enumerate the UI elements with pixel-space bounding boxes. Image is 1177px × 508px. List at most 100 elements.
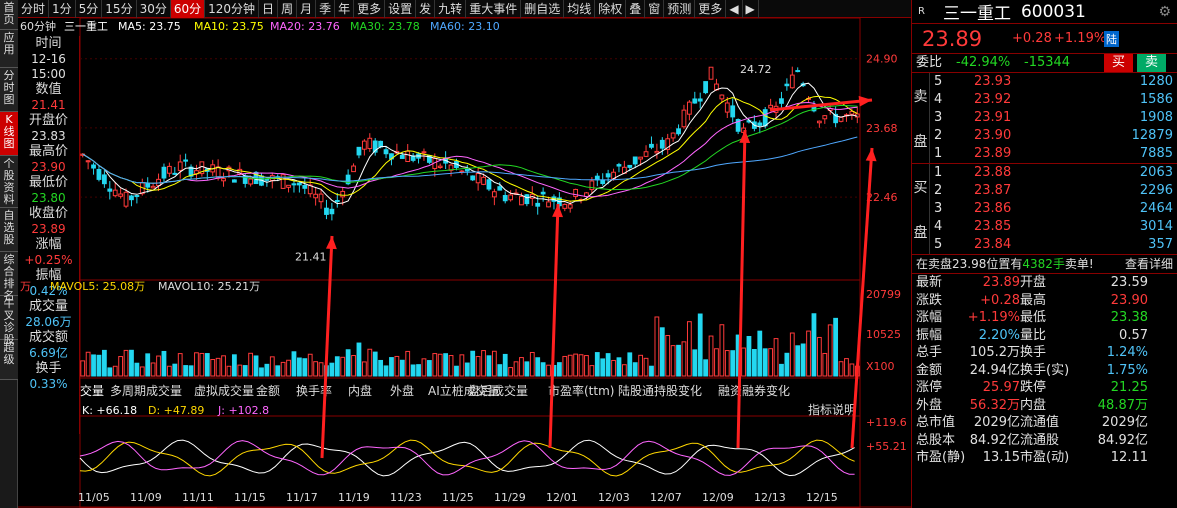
candle-body <box>107 188 113 192</box>
book-row[interactable]: 5 23.93 1280 <box>930 73 1177 91</box>
left-tab-5[interactable]: 自选股 <box>0 208 18 252</box>
toolbar-item-21[interactable]: 窗 <box>645 0 665 18</box>
toolbar-item-2[interactable]: 5分 <box>76 0 103 18</box>
left-tab-7[interactable]: 牛叉诊股 <box>0 296 18 346</box>
left-tab-6[interactable]: 综合排名 <box>0 252 18 302</box>
subtab-6[interactable]: 外盘 <box>390 383 414 398</box>
candle-body <box>703 81 709 94</box>
toolbar-item-9[interactable]: 月 <box>297 0 317 18</box>
subtab-8[interactable]: 盘后成交量 <box>468 383 528 398</box>
book-row[interactable]: 4 23.92 1586 <box>930 91 1177 109</box>
toolbar-item-20[interactable]: 叠 <box>626 0 646 18</box>
candle-body <box>519 196 524 206</box>
book-row[interactable]: 3 23.91 1908 <box>930 109 1177 127</box>
book-row[interactable]: 1 23.88 2063 <box>930 164 1177 182</box>
sell-button[interactable]: 卖 <box>1137 54 1167 72</box>
toolbar-item-16[interactable]: 重大事件 <box>466 0 522 18</box>
toolbar-item-23[interactable]: 更多 <box>695 0 727 18</box>
subtab-0[interactable]: 交量 <box>80 383 104 398</box>
period-toolbar: 分时 1分 5分 15分 30分 60分 120分钟日周月季年更多 设置发九转 重大事件 删自选均… <box>18 0 911 18</box>
subtab-9[interactable]: 市盈率(ttm) <box>548 383 614 398</box>
toolbar-item-11[interactable]: 年 <box>335 0 355 18</box>
volume-bar <box>194 352 199 377</box>
book-volume: 1586 <box>1139 92 1173 107</box>
ma10-line <box>82 95 858 202</box>
stats-row: 外盘 56.32万 内盘 48.87万 <box>912 397 1177 415</box>
subtab-2[interactable]: 虚拟成交量 <box>194 383 254 398</box>
candle-body <box>632 156 638 165</box>
left-tab-3[interactable]: K线图 <box>0 112 18 156</box>
volume-bar <box>816 336 822 377</box>
subtab-11[interactable]: 融资融券变化 <box>718 383 790 398</box>
subtab-1[interactable]: 多周期成交量 <box>110 383 182 398</box>
candle-body <box>410 155 416 161</box>
toolbar-item-17[interactable]: 删自选 <box>521 0 565 18</box>
toolbar-item-18[interactable]: 均线 <box>564 0 596 18</box>
stat-value: 24.94亿 <box>969 362 1020 378</box>
book-level: 5 <box>934 237 943 252</box>
candle-body <box>654 150 660 154</box>
candle-body <box>118 193 124 197</box>
toolbar-item-22[interactable]: 预测 <box>664 0 696 18</box>
toolbar-item-7[interactable]: 日 <box>259 0 279 18</box>
notice-detail-link[interactable]: 查看详细 <box>1125 255 1173 273</box>
candle-body <box>649 143 654 148</box>
book-row[interactable]: 3 23.86 2464 <box>930 200 1177 218</box>
book-row[interactable]: 1 23.89 7885 <box>930 145 1177 163</box>
volume-bar <box>361 361 367 377</box>
toolbar-item-8[interactable]: 周 <box>278 0 298 18</box>
book-row[interactable]: 5 23.84 357 <box>930 236 1177 254</box>
volume-bar <box>508 367 514 377</box>
left-tab-4[interactable]: 个股资料 <box>0 156 18 208</box>
price-change: +0.28 <box>1012 31 1052 46</box>
volume-bar <box>107 367 113 377</box>
stock-code: 600031 <box>1020 1 1086 22</box>
candle-body <box>795 70 801 73</box>
volume-bar <box>692 349 698 377</box>
kline-chart[interactable]: 60分钟 三一重工 MA5: 23.75 MA10: 23.75 MA20: 23.76… <box>18 18 911 508</box>
book-volume: 1908 <box>1139 110 1173 125</box>
gear-icon[interactable]: ⚙ <box>1158 4 1171 20</box>
left-tab-1[interactable]: 应用 <box>0 30 18 68</box>
volume-bar <box>638 354 644 377</box>
volume-bar <box>491 350 497 377</box>
stat-value: 105.2万 <box>969 345 1020 360</box>
subtab-3[interactable]: 金额 <box>256 383 280 398</box>
vol-ma5: MAVOL5: 25.08万 <box>50 280 145 293</box>
candle-body <box>692 98 698 104</box>
candle-body <box>708 66 714 80</box>
toolbar-item-6[interactable]: 120分钟 <box>205 0 260 18</box>
toolbar-item-5[interactable]: 60分 <box>170 0 206 18</box>
scroll-left-icon[interactable]: ◀ <box>726 0 743 18</box>
indicator-note-button[interactable]: 指标说明 <box>808 402 856 417</box>
book-row[interactable]: 2 23.90 12879 <box>930 127 1177 145</box>
subtab-10[interactable]: 陆股通持股变化 <box>618 383 702 398</box>
toolbar-item-4[interactable]: 30分 <box>137 0 171 18</box>
scroll-right-icon[interactable]: ▶ <box>743 0 759 18</box>
left-tab-2[interactable]: 分时图 <box>0 68 18 112</box>
toolbar-item-12[interactable]: 更多 <box>354 0 386 18</box>
toolbar-item-19[interactable]: 除权 <box>595 0 627 18</box>
toolbar-item-1[interactable]: 1分 <box>49 0 76 18</box>
candle-body <box>291 183 297 186</box>
candle-body <box>361 140 367 150</box>
volume-bar <box>524 361 530 377</box>
book-row[interactable]: 4 23.85 3014 <box>930 218 1177 236</box>
toolbar-item-0[interactable]: 分时 <box>18 0 50 18</box>
candle-body <box>248 178 254 185</box>
buy-button[interactable]: 买 <box>1104 54 1134 72</box>
subtab-5[interactable]: 内盘 <box>348 383 372 398</box>
stat-label: 总股本 <box>916 432 956 448</box>
toolbar-item-15[interactable]: 九转 <box>435 0 467 18</box>
toolbar-item-3[interactable]: 15分 <box>102 0 137 18</box>
candle-body <box>589 180 595 191</box>
red-arrow-head <box>325 236 337 250</box>
toolbar-item-13[interactable]: 设置 <box>385 0 417 18</box>
book-row[interactable]: 2 23.87 2296 <box>930 182 1177 200</box>
left-tab-0[interactable]: 首页 <box>0 0 18 30</box>
date-label: 11/05 <box>78 491 110 504</box>
toolbar-item-14[interactable]: 发 <box>416 0 436 18</box>
candle-body <box>302 185 308 189</box>
left-tab-8[interactable]: 超级 <box>0 340 18 380</box>
toolbar-item-10[interactable]: 季 <box>316 0 336 18</box>
